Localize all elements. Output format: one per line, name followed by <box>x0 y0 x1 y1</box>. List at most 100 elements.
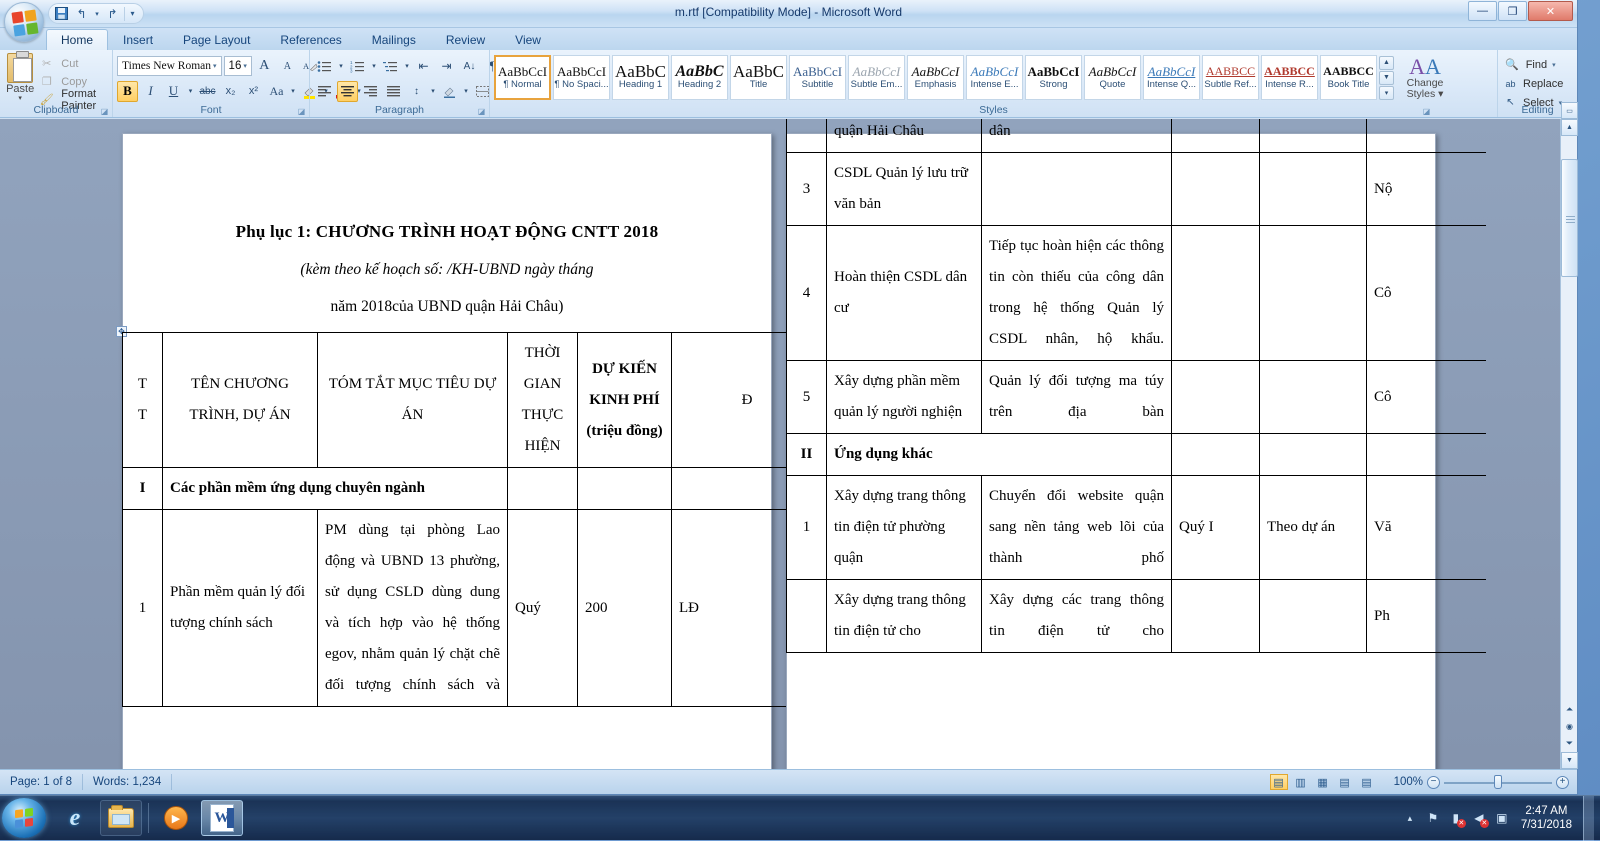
style-heading-1[interactable]: AaBbC Heading 1 <box>612 55 669 100</box>
zoom-knob[interactable] <box>1494 775 1502 789</box>
tab-insert[interactable]: Insert <box>108 29 168 50</box>
view-print-layout-icon[interactable]: ▤ <box>1270 774 1288 790</box>
paste-dropdown-icon[interactable]: ▾ <box>18 95 22 102</box>
underline-button[interactable]: U <box>163 81 184 102</box>
replace-button[interactable]: ab Replace <box>1502 74 1573 93</box>
volume-icon[interactable]: ◀✕ <box>1471 810 1487 826</box>
start-button[interactable] <box>2 798 46 838</box>
page-right[interactable]: quận Hải Châu dân 3 CSDL Quản lý lưu trữ… <box>786 133 1436 769</box>
show-desktop-button[interactable] <box>1583 796 1594 841</box>
tab-view[interactable]: View <box>500 29 556 50</box>
zoom-out-button[interactable]: − <box>1427 776 1440 789</box>
scroll-split-icon[interactable]: ▭ <box>1561 102 1578 119</box>
multilevel-list-icon[interactable] <box>380 56 401 77</box>
styles-scroll-up-icon[interactable]: ▲ <box>1379 56 1394 70</box>
shading-icon[interactable] <box>439 81 460 102</box>
numbering-dropdown-icon[interactable]: ▾ <box>370 56 378 77</box>
vertical-scrollbar[interactable]: ▭ ▲ ⏶ ◉ ⏷ ▼ <box>1560 119 1577 769</box>
find-button[interactable]: 🔍 Find ▾ <box>1502 55 1573 74</box>
cut-button[interactable]: ✂ Cut <box>36 55 108 72</box>
tab-references[interactable]: References <box>265 29 356 50</box>
view-outline-icon[interactable]: ▤ <box>1336 774 1354 790</box>
style-emphasis[interactable]: AaBbCcI Emphasis <box>907 55 964 100</box>
style-subtitle[interactable]: AaBbCcI Subtitle <box>789 55 846 100</box>
style-intense-emphasis[interactable]: AaBbCcI Intense E... <box>966 55 1023 100</box>
maximize-button[interactable]: ❐ <box>1498 1 1527 21</box>
align-left-icon[interactable] <box>314 81 335 102</box>
styles-scroll-down-icon[interactable]: ▼ <box>1379 71 1394 85</box>
superscript-button[interactable]: x² <box>243 81 264 102</box>
font-dialog-launcher-icon[interactable]: ◪ <box>297 107 306 116</box>
tab-home[interactable]: Home <box>46 29 108 50</box>
increase-indent-icon[interactable]: ⇥ <box>436 56 457 77</box>
change-case-dropdown-icon[interactable]: ▾ <box>289 81 297 102</box>
tab-mailings[interactable]: Mailings <box>357 29 431 50</box>
view-full-screen-reading-icon[interactable]: ▥ <box>1292 774 1310 790</box>
align-right-icon[interactable] <box>360 81 381 102</box>
find-dropdown-icon[interactable]: ▾ <box>1551 61 1556 69</box>
font-size-combo[interactable]: 16 ▾ <box>224 56 252 76</box>
styles-dialog-launcher-icon[interactable]: ◪ <box>1422 107 1431 116</box>
status-page[interactable]: Page: 1 of 8 <box>0 774 83 790</box>
change-styles-button[interactable]: AA Change Styles ▾ <box>1396 55 1454 100</box>
undo-dropdown-icon[interactable]: ▾ <box>93 5 101 22</box>
line-spacing-icon[interactable]: ↕ <box>406 81 427 102</box>
style-strong[interactable]: AaBbCcI Strong <box>1025 55 1082 100</box>
tab-page-layout[interactable]: Page Layout <box>168 29 265 50</box>
zoom-level-label[interactable]: 100% <box>1394 776 1423 788</box>
undo-icon[interactable]: ↰ <box>73 5 90 22</box>
view-web-layout-icon[interactable]: ▦ <box>1314 774 1332 790</box>
scrollbar-thumb[interactable] <box>1561 159 1578 277</box>
justify-icon[interactable] <box>383 81 404 102</box>
taskbar-item-microsoft-word[interactable]: W <box>201 800 243 836</box>
zoom-in-button[interactable]: + <box>1556 776 1569 789</box>
decrease-indent-icon[interactable]: ⇤ <box>413 56 434 77</box>
styles-more-icon[interactable]: ▾ <box>1379 86 1394 100</box>
style-quote[interactable]: AaBbCcI Quote <box>1084 55 1141 100</box>
grow-font-icon[interactable]: A <box>254 56 275 77</box>
align-center-icon[interactable] <box>337 81 358 102</box>
style-subtle-emphasis[interactable]: AaBbCcI Subtle Em... <box>848 55 905 100</box>
style-normal[interactable]: AaBbCcI ¶ Normal <box>494 55 551 100</box>
minimize-button[interactable]: — <box>1468 1 1497 21</box>
taskbar-item-windows-media-player[interactable]: ▶ <box>155 800 197 836</box>
customize-qat-icon[interactable]: ▾ <box>128 5 137 22</box>
display-icon[interactable]: ▣ <box>1494 810 1510 826</box>
document-canvas[interactable]: Phụ lục 1: CHƯƠNG TRÌNH HOẠT ĐỘNG CNTT 2… <box>0 119 1560 769</box>
action-center-icon[interactable]: ⚑ <box>1425 810 1441 826</box>
sort-icon[interactable]: A↓ <box>459 56 480 77</box>
bullets-icon[interactable] <box>314 56 335 77</box>
font-name-combo[interactable]: Times New Roman ▾ <box>117 56 222 76</box>
status-words[interactable]: Words: 1,234 <box>83 774 172 790</box>
close-button[interactable]: ✕ <box>1528 1 1573 21</box>
taskbar-item-internet-explorer[interactable]: e <box>54 800 96 836</box>
style-intense-reference[interactable]: AABBCC Intense R... <box>1261 55 1318 100</box>
numbering-icon[interactable]: 123 <box>347 56 368 77</box>
page-left[interactable]: Phụ lục 1: CHƯƠNG TRÌNH HOẠT ĐỘNG CNTT 2… <box>122 133 772 769</box>
clipboard-dialog-launcher-icon[interactable]: ◪ <box>100 107 109 116</box>
show-hidden-icons-icon[interactable]: ▴ <box>1402 810 1418 826</box>
zoom-slider[interactable] <box>1444 774 1552 790</box>
italic-button[interactable]: I <box>140 81 161 102</box>
style-intense-quote[interactable]: AaBbCcI Intense Q... <box>1143 55 1200 100</box>
taskbar-item-windows-explorer[interactable] <box>100 800 142 836</box>
clock[interactable]: 2:47 AM 7/31/2018 <box>1517 804 1576 832</box>
shrink-font-icon[interactable]: A <box>277 56 298 77</box>
previous-page-icon[interactable]: ⏶ <box>1561 701 1578 718</box>
underline-dropdown-icon[interactable]: ▾ <box>186 81 195 102</box>
style-heading-2[interactable]: AaBbC Heading 2 <box>671 55 728 100</box>
paste-button[interactable]: Paste ▾ <box>4 53 36 102</box>
tab-review[interactable]: Review <box>431 29 500 50</box>
multilevel-dropdown-icon[interactable]: ▾ <box>403 56 411 77</box>
scroll-down-icon[interactable]: ▼ <box>1561 752 1578 769</box>
style-no-spacing[interactable]: AaBbCcI ¶ No Spaci... <box>553 55 610 100</box>
line-spacing-dropdown-icon[interactable]: ▾ <box>429 81 437 102</box>
scroll-up-icon[interactable]: ▲ <box>1561 119 1578 136</box>
save-icon[interactable] <box>53 5 70 22</box>
office-button[interactable] <box>4 2 44 42</box>
style-book-title[interactable]: AABBCC Book Title <box>1320 55 1377 100</box>
bullets-dropdown-icon[interactable]: ▾ <box>337 56 345 77</box>
network-icon[interactable]: ▮✕ <box>1448 810 1464 826</box>
bold-button[interactable]: B <box>117 81 138 102</box>
subscript-button[interactable]: x₂ <box>220 81 241 102</box>
